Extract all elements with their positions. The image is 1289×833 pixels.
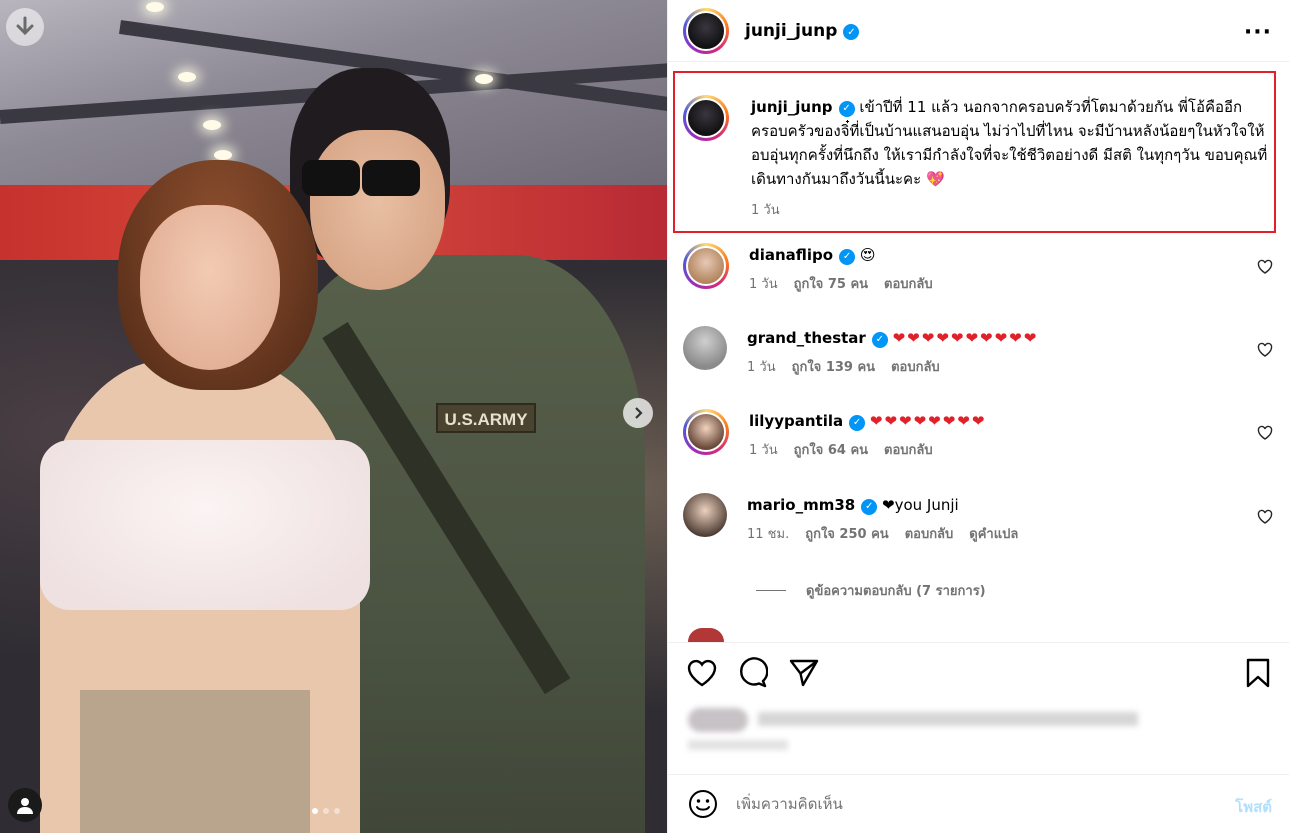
photo-lamp <box>214 150 232 160</box>
comment-time: 1 วัน <box>749 443 778 458</box>
send-icon[interactable] <box>788 657 820 689</box>
comment-time: 1 วัน <box>747 360 776 375</box>
bookmark-icon[interactable] <box>1242 657 1274 689</box>
comment-username[interactable]: grand_thestar <box>747 329 866 347</box>
comment-likes[interactable]: ถูกใจ 250 คน <box>805 523 888 544</box>
smiley-icon[interactable] <box>688 789 718 819</box>
carousel-dot <box>323 808 329 814</box>
tagged-users-button[interactable] <box>8 788 42 822</box>
caption-time: 1 วัน <box>751 203 780 218</box>
comment-item: mario_mm38 ✓ ❤you Junji 11 ชม. ถูกใจ 250 ค… <box>683 493 1273 544</box>
comment-likes[interactable]: ถูกใจ 75 คน <box>794 273 868 294</box>
verified-badge-icon: ✓ <box>849 415 866 431</box>
comment-likes[interactable]: ถูกใจ 139 คน <box>792 356 875 377</box>
comment-avatar[interactable] <box>683 493 727 537</box>
comment-icon[interactable] <box>736 657 768 689</box>
verified-badge-icon: ✓ <box>843 24 860 40</box>
comment-translate-button[interactable]: ดูคำแปล <box>969 523 1018 544</box>
photo-sunglasses-right <box>362 160 420 196</box>
comment-reply-button[interactable]: ตอบกลับ <box>891 356 940 377</box>
post-header: junji_junp ✓ ··· <box>668 0 1289 62</box>
comment-text: 😍 <box>859 246 876 264</box>
heart-icon[interactable] <box>686 657 718 689</box>
comment-username[interactable]: lilyypantila <box>749 412 843 430</box>
comment-reply-button[interactable]: ตอบกลับ <box>884 439 933 460</box>
comment-like-heart-icon[interactable] <box>1257 342 1273 358</box>
comment-username[interactable]: dianaflipo <box>749 246 833 264</box>
chevron-right-icon <box>635 407 643 419</box>
comment-reply-button[interactable]: ตอบกลับ <box>905 523 954 544</box>
photo-sunglasses-left <box>302 160 360 196</box>
replies-divider <box>756 590 786 591</box>
arrow-down-icon <box>16 16 34 36</box>
photo-lamp <box>203 120 221 130</box>
comment-text: ❤❤❤❤❤❤❤❤❤❤ <box>892 329 1039 347</box>
comment-like-heart-icon[interactable] <box>1257 425 1273 441</box>
author-username[interactable]: junji_junp ✓ <box>745 21 860 41</box>
carousel-dot <box>334 808 340 814</box>
carousel-next-button[interactable] <box>623 398 653 428</box>
liked-by-summary <box>678 702 1148 772</box>
photo-lamp <box>475 74 493 84</box>
photo-lamp <box>178 72 196 82</box>
comment-avatar[interactable] <box>683 326 727 370</box>
comment-item: grand_thestar ✓ ❤❤❤❤❤❤❤❤❤❤ 1 วัน ถูกใจ 139… <box>683 326 1273 377</box>
verified-badge-icon: ✓ <box>839 249 856 265</box>
comment-time: 1 วัน <box>749 277 778 292</box>
comment-time: 11 ชม. <box>747 527 790 542</box>
photo-patch: U.S.ARMY <box>436 403 536 433</box>
caption-emoji: 💖 <box>925 170 945 188</box>
view-replies-button[interactable]: ดูข้อความตอบกลับ (7 รายการ) <box>756 580 986 601</box>
photo-lamp <box>146 2 164 12</box>
verified-badge-icon: ✓ <box>871 332 888 348</box>
caption-username[interactable]: junji_junp <box>751 98 833 116</box>
verified-badge-icon: ✓ <box>861 499 878 515</box>
comment-text: ❤you Junji <box>882 496 959 514</box>
carousel-dots <box>312 808 340 814</box>
partial-comment-avatar <box>688 628 724 642</box>
verified-badge-icon: ✓ <box>838 101 855 117</box>
download-button[interactable] <box>6 8 44 46</box>
caption-avatar[interactable] <box>683 95 729 141</box>
post-side-panel: junji_junp ✓ ··· junji_junp ✓ เข้าปีที่ 11… <box>667 0 1289 833</box>
view-replies-label: ดูข้อความตอบกลับ (7 รายการ) <box>806 584 986 599</box>
comment-item: lilyypantila ✓ ❤❤❤❤❤❤❤❤ 1 วัน ถูกใจ 64 คน ต… <box>683 409 1273 460</box>
user-icon <box>17 798 33 814</box>
comment-like-heart-icon[interactable] <box>1257 259 1273 275</box>
post-actions-bar <box>668 642 1289 702</box>
comment-item: dianaflipo ✓ 😍 1 วัน ถูกใจ 75 คน ตอบกลับ <box>683 243 1273 294</box>
post-caption: junji_junp ✓ เข้าปีที่ 11 แล้ว นอกจากครอบ… <box>683 95 1273 223</box>
photo-man-face <box>310 130 445 290</box>
photo-woman-top <box>40 440 370 610</box>
comment-likes[interactable]: ถูกใจ 64 คน <box>794 439 868 460</box>
comment-text: ❤❤❤❤❤❤❤❤ <box>869 412 987 430</box>
author-avatar[interactable] <box>683 7 729 54</box>
comment-input[interactable]: เพิ่มความคิดเห็น <box>736 792 843 816</box>
post-photo[interactable]: U.S.ARMY <box>0 0 667 833</box>
add-comment-bar: เพิ่มความคิดเห็น โพสต์ <box>668 774 1289 833</box>
comment-like-heart-icon[interactable] <box>1257 509 1273 525</box>
comment-avatar[interactable] <box>683 243 729 289</box>
comment-reply-button[interactable]: ตอบกลับ <box>884 273 933 294</box>
post-comment-button[interactable]: โพสต์ <box>1235 795 1272 819</box>
photo-woman-skirt <box>80 690 310 833</box>
photo-woman-face <box>140 205 280 370</box>
more-options-icon[interactable]: ··· <box>1244 20 1272 45</box>
comment-avatar[interactable] <box>683 409 729 455</box>
carousel-dot <box>312 808 318 814</box>
comment-username[interactable]: mario_mm38 <box>747 496 855 514</box>
